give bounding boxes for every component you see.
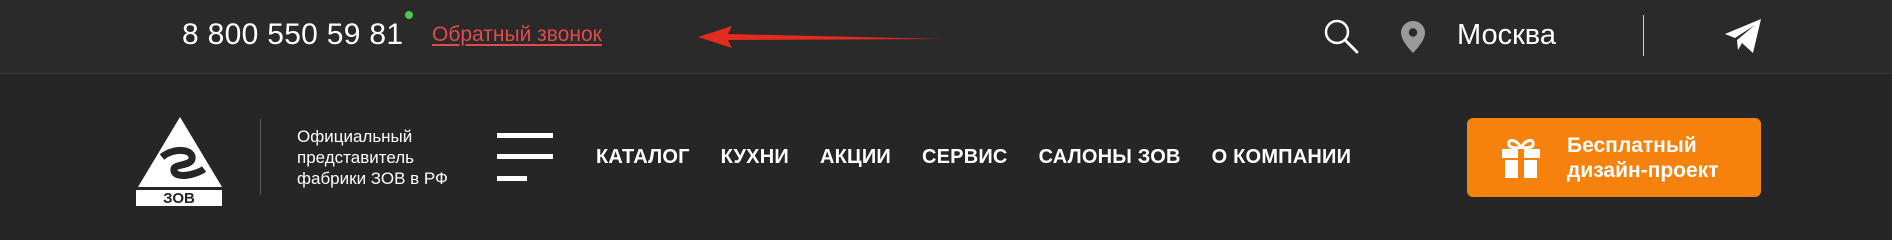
cta-line: дизайн-проект bbox=[1567, 159, 1719, 182]
nav-promotions[interactable]: АКЦИИ bbox=[820, 146, 891, 169]
callback-link[interactable]: Обратный звонок bbox=[432, 23, 602, 47]
tagline-line: представитель bbox=[297, 148, 414, 167]
online-status-dot bbox=[405, 11, 413, 19]
divider bbox=[1643, 15, 1644, 56]
tagline-line: Официальный bbox=[297, 127, 413, 146]
tagline-line: фабрики ЗОВ в РФ bbox=[297, 169, 448, 188]
search-icon[interactable] bbox=[1323, 18, 1359, 54]
cta-label: Бесплатный дизайн-проект bbox=[1567, 133, 1718, 183]
nav-about[interactable]: О КОМПАНИИ bbox=[1212, 146, 1352, 169]
phone-number[interactable]: 8 800 550 59 81 bbox=[182, 18, 403, 52]
gift-icon bbox=[1502, 139, 1540, 178]
cta-line: Бесплатный bbox=[1567, 134, 1697, 157]
tagline: Официальный представитель фабрики ЗОВ в … bbox=[297, 126, 477, 189]
top-bar: 8 800 550 59 81 Обратный звонок Москва bbox=[0, 0, 1892, 74]
map-pin-icon bbox=[1401, 21, 1425, 53]
free-design-button[interactable]: Бесплатный дизайн-проект bbox=[1467, 118, 1761, 197]
zov-logo[interactable]: ЗОВ bbox=[134, 117, 226, 209]
nav-service[interactable]: СЕРВИС bbox=[922, 146, 1008, 169]
nav-salons[interactable]: САЛОНЫ ЗОВ bbox=[1039, 146, 1181, 169]
annotation-arrow-icon bbox=[698, 26, 943, 48]
main-nav: КАТАЛОГ КУХНИ АКЦИИ СЕРВИС САЛОНЫ ЗОВ О … bbox=[596, 146, 1382, 169]
burger-menu-icon[interactable] bbox=[497, 133, 553, 183]
city-selector[interactable]: Москва bbox=[1457, 19, 1556, 52]
nav-catalog[interactable]: КАТАЛОГ bbox=[596, 146, 690, 169]
logo-divider bbox=[260, 119, 261, 195]
telegram-icon[interactable] bbox=[1725, 19, 1761, 53]
logo-text: ЗОВ bbox=[163, 190, 195, 207]
nav-kitchens[interactable]: КУХНИ bbox=[721, 146, 789, 169]
